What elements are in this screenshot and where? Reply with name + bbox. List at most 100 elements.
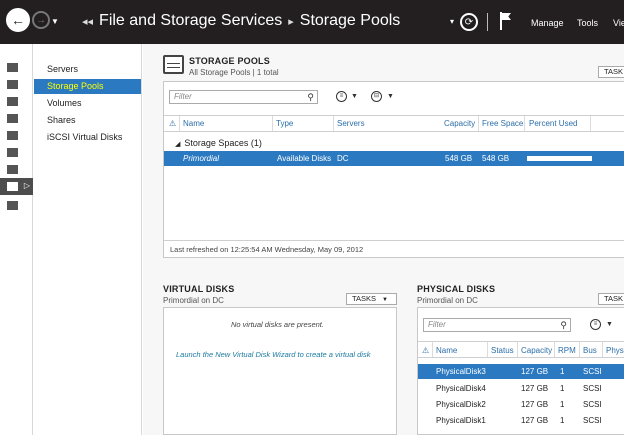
- manage-menu[interactable]: Manage: [531, 18, 564, 28]
- pool-type: Available Disks: [277, 154, 332, 163]
- column-capacity[interactable]: Capacity: [444, 119, 475, 128]
- warning-column-icon[interactable]: ⚠: [169, 119, 176, 128]
- list-options-icon[interactable]: ≡: [336, 91, 347, 102]
- column-percent-used[interactable]: Percent Used: [529, 119, 577, 128]
- header-divider: [487, 13, 488, 31]
- new-virtual-disk-wizard-link[interactable]: Launch the New Virtual Disk Wizard to cr…: [176, 350, 370, 359]
- virtual-disks-tasks-button[interactable]: TASKS ▼: [346, 293, 397, 305]
- breadcrumb-item-file-storage[interactable]: File and Storage Services: [99, 12, 282, 29]
- col-divider: [478, 116, 479, 131]
- group-storage-spaces[interactable]: ◢ Storage Spaces (1): [175, 138, 262, 148]
- storage-pool-icon: [163, 55, 184, 74]
- refresh-icon[interactable]: ⟳: [460, 13, 478, 31]
- nav-item-servers[interactable]: Servers: [34, 62, 141, 77]
- col-divider: [579, 342, 580, 357]
- physical-disks-subtitle: Primordial on DC: [417, 296, 478, 305]
- column-rpm[interactable]: RPM: [558, 346, 576, 355]
- col-divider: [179, 116, 180, 131]
- column-name[interactable]: Name: [183, 119, 204, 128]
- column-servers[interactable]: Servers: [337, 119, 365, 128]
- list-options-dropdown-icon[interactable]: ▼: [606, 321, 613, 328]
- dashboard-icon[interactable]: [0, 59, 33, 76]
- warning-column-icon[interactable]: ⚠: [422, 346, 429, 355]
- breadcrumb-item-storage-pools: Storage Pools: [299, 12, 401, 29]
- iis-icon[interactable]: [0, 144, 33, 161]
- list-options-icon[interactable]: ≡: [590, 319, 601, 330]
- back-arrow-icon[interactable]: ←: [6, 8, 30, 32]
- column-status[interactable]: Status: [491, 346, 514, 355]
- no-virtual-disks-message: No virtual disks are present.: [231, 320, 324, 329]
- tools-menu[interactable]: Tools: [577, 18, 598, 28]
- table-row[interactable]: PhysicalDisk3 127 GB 1 SCSI: [418, 364, 624, 379]
- header-divider-top: [418, 341, 624, 342]
- navigation-pane: Servers Storage Pools Volumes Shares iSC…: [34, 44, 142, 435]
- disk-rpm: 1: [560, 384, 565, 393]
- ad-ds-icon[interactable]: [0, 110, 33, 127]
- filter-placeholder: Filter: [428, 320, 446, 329]
- breadcrumb-chevron-icon: ◂◂: [82, 16, 94, 28]
- storage-pools-filter-input[interactable]: Filter ⚲: [169, 90, 318, 104]
- disk-rpm: 1: [560, 400, 565, 409]
- disk-bus: SCSI: [583, 384, 602, 393]
- disk-rpm: 1: [560, 416, 565, 425]
- pool-name: Primordial: [183, 154, 220, 163]
- status-divider: [164, 240, 624, 241]
- view-menu[interactable]: Vie: [613, 18, 624, 28]
- nav-item-storage-pools[interactable]: Storage Pools: [34, 79, 141, 94]
- physical-disks-tasks-button[interactable]: TASK: [598, 293, 624, 305]
- remote-access-icon[interactable]: [0, 197, 33, 214]
- list-options-dropdown-icon[interactable]: ▼: [351, 93, 358, 100]
- search-icon[interactable]: ⚲: [560, 319, 567, 331]
- col-divider: [487, 342, 488, 357]
- breadcrumb-separator-icon: ▸: [288, 16, 294, 28]
- header-divider-bottom: [164, 131, 624, 132]
- virtual-disks-tasks-label: TASKS: [352, 294, 377, 303]
- storage-pools-tasks-label: TASK: [604, 67, 624, 76]
- disk-capacity: 127 GB: [521, 416, 549, 425]
- storage-pools-tasks-button[interactable]: TASK: [598, 66, 624, 78]
- column-capacity[interactable]: Capacity: [521, 346, 552, 355]
- forward-arrow-icon[interactable]: →: [32, 11, 50, 29]
- local-server-icon[interactable]: [0, 76, 33, 93]
- disk-bus: SCSI: [583, 416, 602, 425]
- refresh-dropdown-icon[interactable]: ▾: [450, 17, 454, 26]
- save-query-dropdown-icon[interactable]: ▼: [387, 93, 394, 100]
- file-storage-icon[interactable]: [0, 161, 33, 178]
- nav-item-volumes[interactable]: Volumes: [34, 96, 141, 111]
- nav-item-shares[interactable]: Shares: [34, 113, 141, 128]
- storage-pools-subtitle: All Storage Pools | 1 total: [189, 68, 279, 77]
- nav-item-iscsi[interactable]: iSCSI Virtual Disks: [34, 130, 141, 145]
- disk-bus: SCSI: [583, 400, 602, 409]
- all-servers-icon[interactable]: [0, 93, 33, 110]
- column-physical-location[interactable]: Physi: [606, 346, 624, 355]
- storage-services-icon[interactable]: ▷: [0, 178, 33, 195]
- col-divider: [272, 116, 273, 131]
- disk-name: PhysicalDisk3: [436, 367, 486, 376]
- col-divider: [590, 116, 591, 131]
- physical-disks-filter-input[interactable]: Filter ⚲: [423, 318, 571, 332]
- disk-capacity: 127 GB: [521, 400, 549, 409]
- col-divider: [554, 342, 555, 357]
- table-row[interactable]: Primordial Available Disks DC 548 GB 548…: [164, 151, 624, 166]
- col-divider: [517, 342, 518, 357]
- dns-icon[interactable]: [0, 127, 33, 144]
- last-refreshed-text: Last refreshed on 12:25:54 AM Wednesday,…: [170, 245, 364, 254]
- title-bar: ← → ▼ ◂◂ File and Storage Services ▸ Storag…: [0, 0, 624, 44]
- column-type[interactable]: Type: [276, 119, 293, 128]
- search-icon[interactable]: ⚲: [307, 91, 314, 103]
- percent-used-bar: [527, 156, 592, 161]
- group-label: Storage Spaces (1): [184, 138, 262, 148]
- history-dropdown-icon[interactable]: ▼: [51, 17, 59, 26]
- collapse-triangle-icon[interactable]: ◢: [175, 141, 180, 148]
- save-query-icon[interactable]: ⊟: [371, 91, 382, 102]
- expand-arrow-icon: ▷: [23, 181, 30, 190]
- col-divider: [602, 342, 603, 357]
- column-free-space[interactable]: Free Space: [482, 119, 523, 128]
- icon-rail: ▷: [0, 44, 33, 435]
- disk-bus: SCSI: [583, 367, 602, 376]
- notifications-flag-icon[interactable]: [500, 12, 512, 30]
- header-divider-bottom: [418, 357, 624, 358]
- column-bus[interactable]: Bus: [583, 346, 597, 355]
- header-divider-top: [164, 115, 624, 116]
- column-name[interactable]: Name: [436, 346, 457, 355]
